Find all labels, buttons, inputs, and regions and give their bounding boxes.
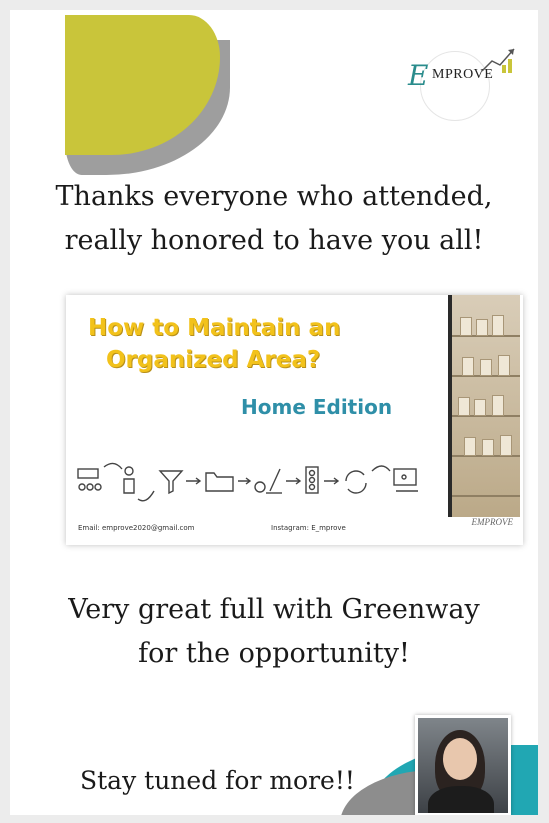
presentation-slide: How to Maintain an Organized Area? Home … [66,295,523,545]
pantry-photo [448,295,520,517]
thanks-headline: Thanks everyone who attended, really hon… [10,175,538,263]
cycle-icon [345,470,367,494]
person-icon [123,466,135,494]
traffic-light-icon [305,466,319,494]
slide-email: Email: emprove2020@gmail.com [78,524,195,532]
logo-mark: E [408,59,429,92]
greenway-line-1: Very great full with Greenway [68,594,480,625]
slide-subtitle: Home Edition [241,395,393,419]
stay-tuned-text: Stay tuned for more!! [80,766,355,795]
growth-chart-icon [481,48,515,73]
filter-icon [158,470,184,495]
slide-instagram: Instagram: E_mprove [271,524,346,532]
brand-logo: E MPROVE [400,45,520,125]
slide-logo: EMPROVE [471,517,513,527]
presentation-icon [393,468,418,492]
thanks-line-1: Thanks everyone who attended, [55,181,493,212]
arrow-icon [103,462,123,470]
arrow-icon [371,465,391,472]
story-card: E MPROVE Thanks everyone who attended, r… [10,10,538,815]
presenter-photo [415,715,511,815]
arrow-icon [137,490,155,502]
greenway-headline: Very great full with Greenway for the op… [10,588,538,676]
arrow-icon [324,477,340,485]
slide-title-line-2: Organized Area? [106,347,321,373]
thanks-line-2: really honored to have you all! [64,225,484,256]
meeting-icon [77,468,102,491]
cleaning-icon [254,468,282,494]
slide-title-line-1: How to Maintain an [88,315,341,341]
arrow-icon [238,477,252,485]
greenway-line-2: for the opportunity! [138,638,410,669]
arrow-icon [186,477,202,485]
process-icons [77,462,418,502]
arrow-icon [286,477,302,485]
folder-icon [205,472,234,492]
